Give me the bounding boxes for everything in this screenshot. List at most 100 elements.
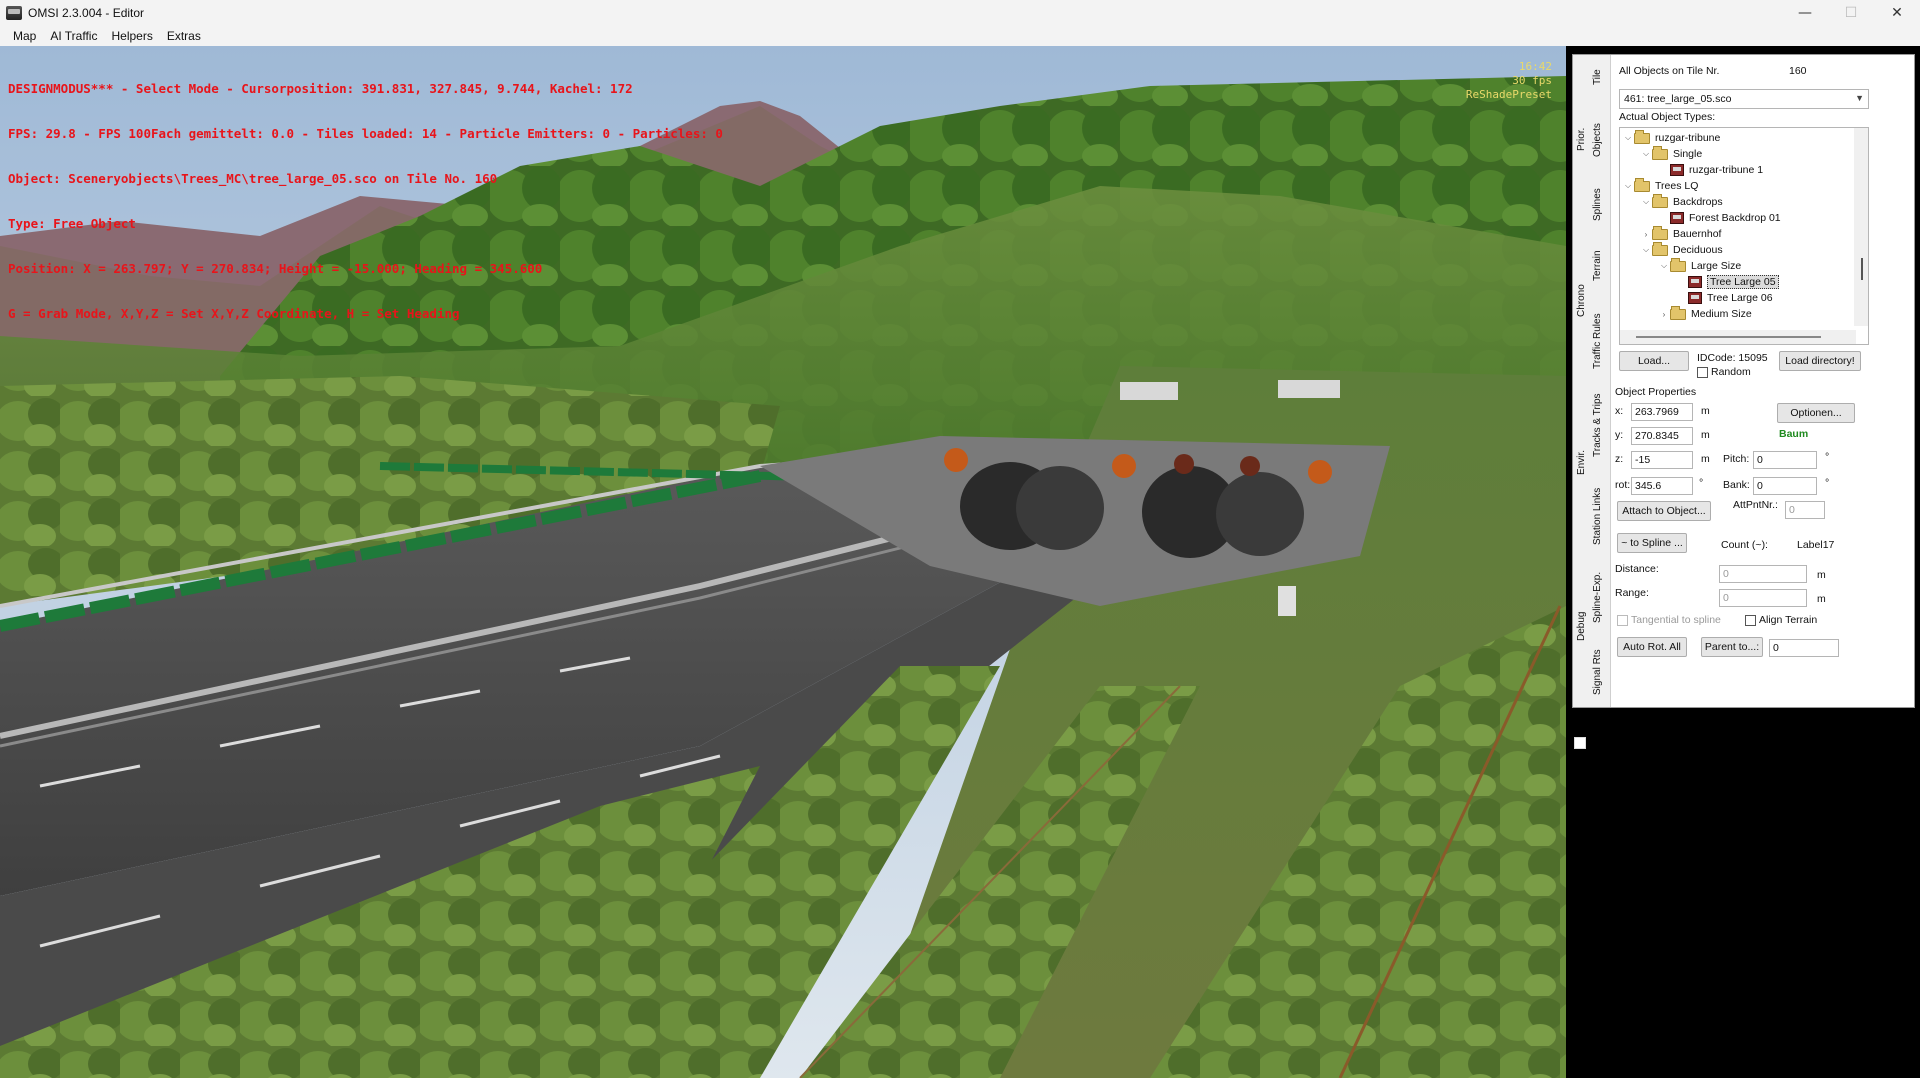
y-input[interactable]: 270.8345 bbox=[1631, 427, 1693, 445]
range-input[interactable]: 0 bbox=[1719, 589, 1807, 607]
align-terrain-checkbox[interactable] bbox=[1745, 615, 1756, 626]
attach-to-object-button[interactable]: Attach to Object... bbox=[1617, 501, 1711, 521]
parent-to-button[interactable]: Parent to...: bbox=[1701, 637, 1763, 657]
tree-node[interactable]: Forest Backdrop 01 bbox=[1670, 210, 1781, 226]
tree-node[interactable]: ruzgar-tribune 1 bbox=[1670, 162, 1763, 178]
collapse-icon[interactable]: ⌵ bbox=[1658, 261, 1670, 271]
x-label: x: bbox=[1615, 405, 1624, 417]
folder-icon bbox=[1634, 177, 1650, 192]
y-unit: m bbox=[1701, 429, 1710, 441]
3d-viewport[interactable]: DESIGNMODUS*** - Select Mode - Cursorpos… bbox=[0, 46, 1566, 1078]
object-editor-panel: Tile Objects Prior. Splines Terrain Chro… bbox=[1572, 54, 1915, 708]
right-panel: Tile Objects Prior. Splines Terrain Chro… bbox=[1566, 46, 1920, 1078]
object-select-combobox[interactable]: 461: tree_large_05.sco ▼ bbox=[1619, 89, 1869, 109]
z-label: z: bbox=[1615, 453, 1624, 465]
tab-splines[interactable]: Splines bbox=[1592, 188, 1603, 221]
z-input[interactable]: -15 bbox=[1631, 451, 1693, 469]
object-properties-label: Object Properties bbox=[1615, 386, 1697, 398]
y-label: y: bbox=[1615, 429, 1624, 441]
pitch-input[interactable]: 0 bbox=[1753, 451, 1817, 469]
tree-node[interactable]: ⌵ ruzgar-tribune bbox=[1622, 129, 1720, 146]
scroll-thumb[interactable] bbox=[1861, 258, 1863, 280]
rot-label: rot: bbox=[1615, 479, 1631, 491]
tree-vertical-scrollbar[interactable] bbox=[1854, 128, 1868, 326]
menu-extras[interactable]: Extras bbox=[160, 29, 208, 43]
title-bar: OMSI 2.3.004 - Editor — ☐ ✕ bbox=[0, 0, 1920, 26]
distance-input[interactable]: 0 bbox=[1719, 565, 1807, 583]
bank-input[interactable]: 0 bbox=[1753, 477, 1817, 495]
folder-icon bbox=[1652, 145, 1668, 160]
maximize-button[interactable]: ☐ bbox=[1828, 0, 1874, 26]
auto-rot-all-button[interactable]: Auto Rot. All bbox=[1617, 637, 1687, 657]
pitch-label: Pitch: bbox=[1723, 453, 1750, 465]
panel-toggle-checkbox[interactable] bbox=[1574, 737, 1586, 749]
folder-icon bbox=[1652, 193, 1668, 208]
parent-input[interactable]: 0 bbox=[1769, 639, 1839, 657]
folder-icon bbox=[1634, 129, 1650, 144]
omsi-app-icon bbox=[6, 6, 22, 20]
tree-node-selected[interactable]: Tree Large 05 bbox=[1688, 274, 1779, 290]
tree-node[interactable]: › Medium Size bbox=[1658, 305, 1752, 322]
tree-node[interactable]: ⌵ Backdrops bbox=[1640, 193, 1723, 210]
expand-icon[interactable]: › bbox=[1658, 310, 1670, 319]
tree-node[interactable]: ⌵ Large Size bbox=[1658, 257, 1741, 274]
collapse-icon[interactable]: ⌵ bbox=[1640, 197, 1652, 207]
menu-ai-traffic[interactable]: AI Traffic bbox=[43, 29, 104, 43]
load-button[interactable]: Load... bbox=[1619, 351, 1689, 371]
object-select-value: 461: tree_large_05.sco bbox=[1624, 93, 1732, 105]
actual-types-label: Actual Object Types: bbox=[1619, 111, 1716, 123]
z-unit: m bbox=[1701, 453, 1710, 465]
tab-debug[interactable]: Debug bbox=[1576, 612, 1587, 641]
tab-tile[interactable]: Tile bbox=[1592, 69, 1603, 85]
tab-tracks-trips[interactable]: Tracks & Trips bbox=[1592, 393, 1603, 457]
attpntnr-label: AttPntNr.: bbox=[1733, 499, 1778, 511]
scroll-thumb[interactable] bbox=[1636, 336, 1821, 338]
chevron-down-icon[interactable]: ▼ bbox=[1855, 93, 1864, 103]
tab-prior[interactable]: Prior. bbox=[1576, 128, 1587, 151]
to-spline-button[interactable]: ~ to Spline ... bbox=[1617, 533, 1687, 553]
object-types-tree[interactable]: ⌵ ruzgar-tribune ⌵ Single ruzgar-tribune 1… bbox=[1619, 127, 1869, 345]
hud-line: Position: X = 263.797; Y = 270.834; Heig… bbox=[8, 261, 543, 276]
tree-node[interactable]: ⌵ Single bbox=[1640, 145, 1702, 162]
load-directory-button[interactable]: Load directory! bbox=[1779, 351, 1861, 371]
tree-node[interactable]: ⌵ Deciduous bbox=[1640, 241, 1723, 258]
rot-unit: ° bbox=[1699, 477, 1704, 489]
x-input[interactable]: 263.7969 bbox=[1631, 403, 1693, 421]
tree-node[interactable]: Tree Large 06 bbox=[1688, 290, 1773, 306]
collapse-icon[interactable]: ⌵ bbox=[1640, 245, 1652, 255]
tree-node[interactable]: ⌵ Trees LQ bbox=[1622, 177, 1698, 194]
debug-hud: DESIGNMODUS*** - Select Mode - Cursorpos… bbox=[8, 51, 723, 351]
tab-spline-exp[interactable]: Spline-Exp. bbox=[1592, 572, 1603, 623]
menu-helpers[interactable]: Helpers bbox=[104, 29, 159, 43]
random-checkbox[interactable] bbox=[1697, 367, 1708, 378]
tab-traffic-rules[interactable]: Traffic Rules bbox=[1592, 313, 1603, 369]
menu-map[interactable]: Map bbox=[6, 29, 43, 43]
tree-horizontal-scrollbar[interactable] bbox=[1620, 330, 1856, 344]
collapse-icon[interactable]: ⌵ bbox=[1640, 149, 1652, 159]
align-terrain-label: Align Terrain bbox=[1759, 614, 1818, 626]
tab-terrain[interactable]: Terrain bbox=[1592, 250, 1603, 281]
collapse-icon[interactable]: ⌵ bbox=[1622, 133, 1634, 143]
optionen-button[interactable]: Optionen... bbox=[1777, 403, 1855, 423]
all-objects-label: All Objects on Tile Nr. bbox=[1619, 65, 1720, 77]
tab-station-links[interactable]: Station Links bbox=[1592, 488, 1603, 545]
tab-chrono[interactable]: Chrono bbox=[1576, 284, 1587, 317]
rot-input[interactable]: 345.6 bbox=[1631, 477, 1693, 495]
object-icon bbox=[1688, 292, 1702, 304]
attpntnr-input[interactable]: 0 bbox=[1785, 501, 1825, 519]
minimize-button[interactable]: — bbox=[1782, 0, 1828, 26]
expand-icon[interactable]: › bbox=[1640, 230, 1652, 239]
folder-icon bbox=[1652, 241, 1668, 256]
hud-line: DESIGNMODUS*** - Select Mode - Cursorpos… bbox=[8, 81, 633, 96]
close-button[interactable]: ✕ bbox=[1874, 0, 1920, 26]
tree-node[interactable]: › Bauernhof bbox=[1640, 225, 1721, 242]
objects-tab-content: All Objects on Tile Nr. 160 461: tree_la… bbox=[1611, 55, 1914, 707]
collapse-icon[interactable]: ⌵ bbox=[1622, 181, 1634, 191]
tab-envir[interactable]: Envir. bbox=[1576, 450, 1587, 475]
random-label: Random bbox=[1711, 366, 1751, 378]
tangential-checkbox[interactable] bbox=[1617, 615, 1628, 626]
tab-objects[interactable]: Objects bbox=[1592, 123, 1603, 157]
tangential-label: Tangential to spline bbox=[1631, 614, 1721, 626]
hud-line: G = Grab Mode, X,Y,Z = Set X,Y,Z Coordin… bbox=[8, 306, 460, 321]
tab-signal-rts[interactable]: Signal Rts bbox=[1592, 649, 1603, 695]
